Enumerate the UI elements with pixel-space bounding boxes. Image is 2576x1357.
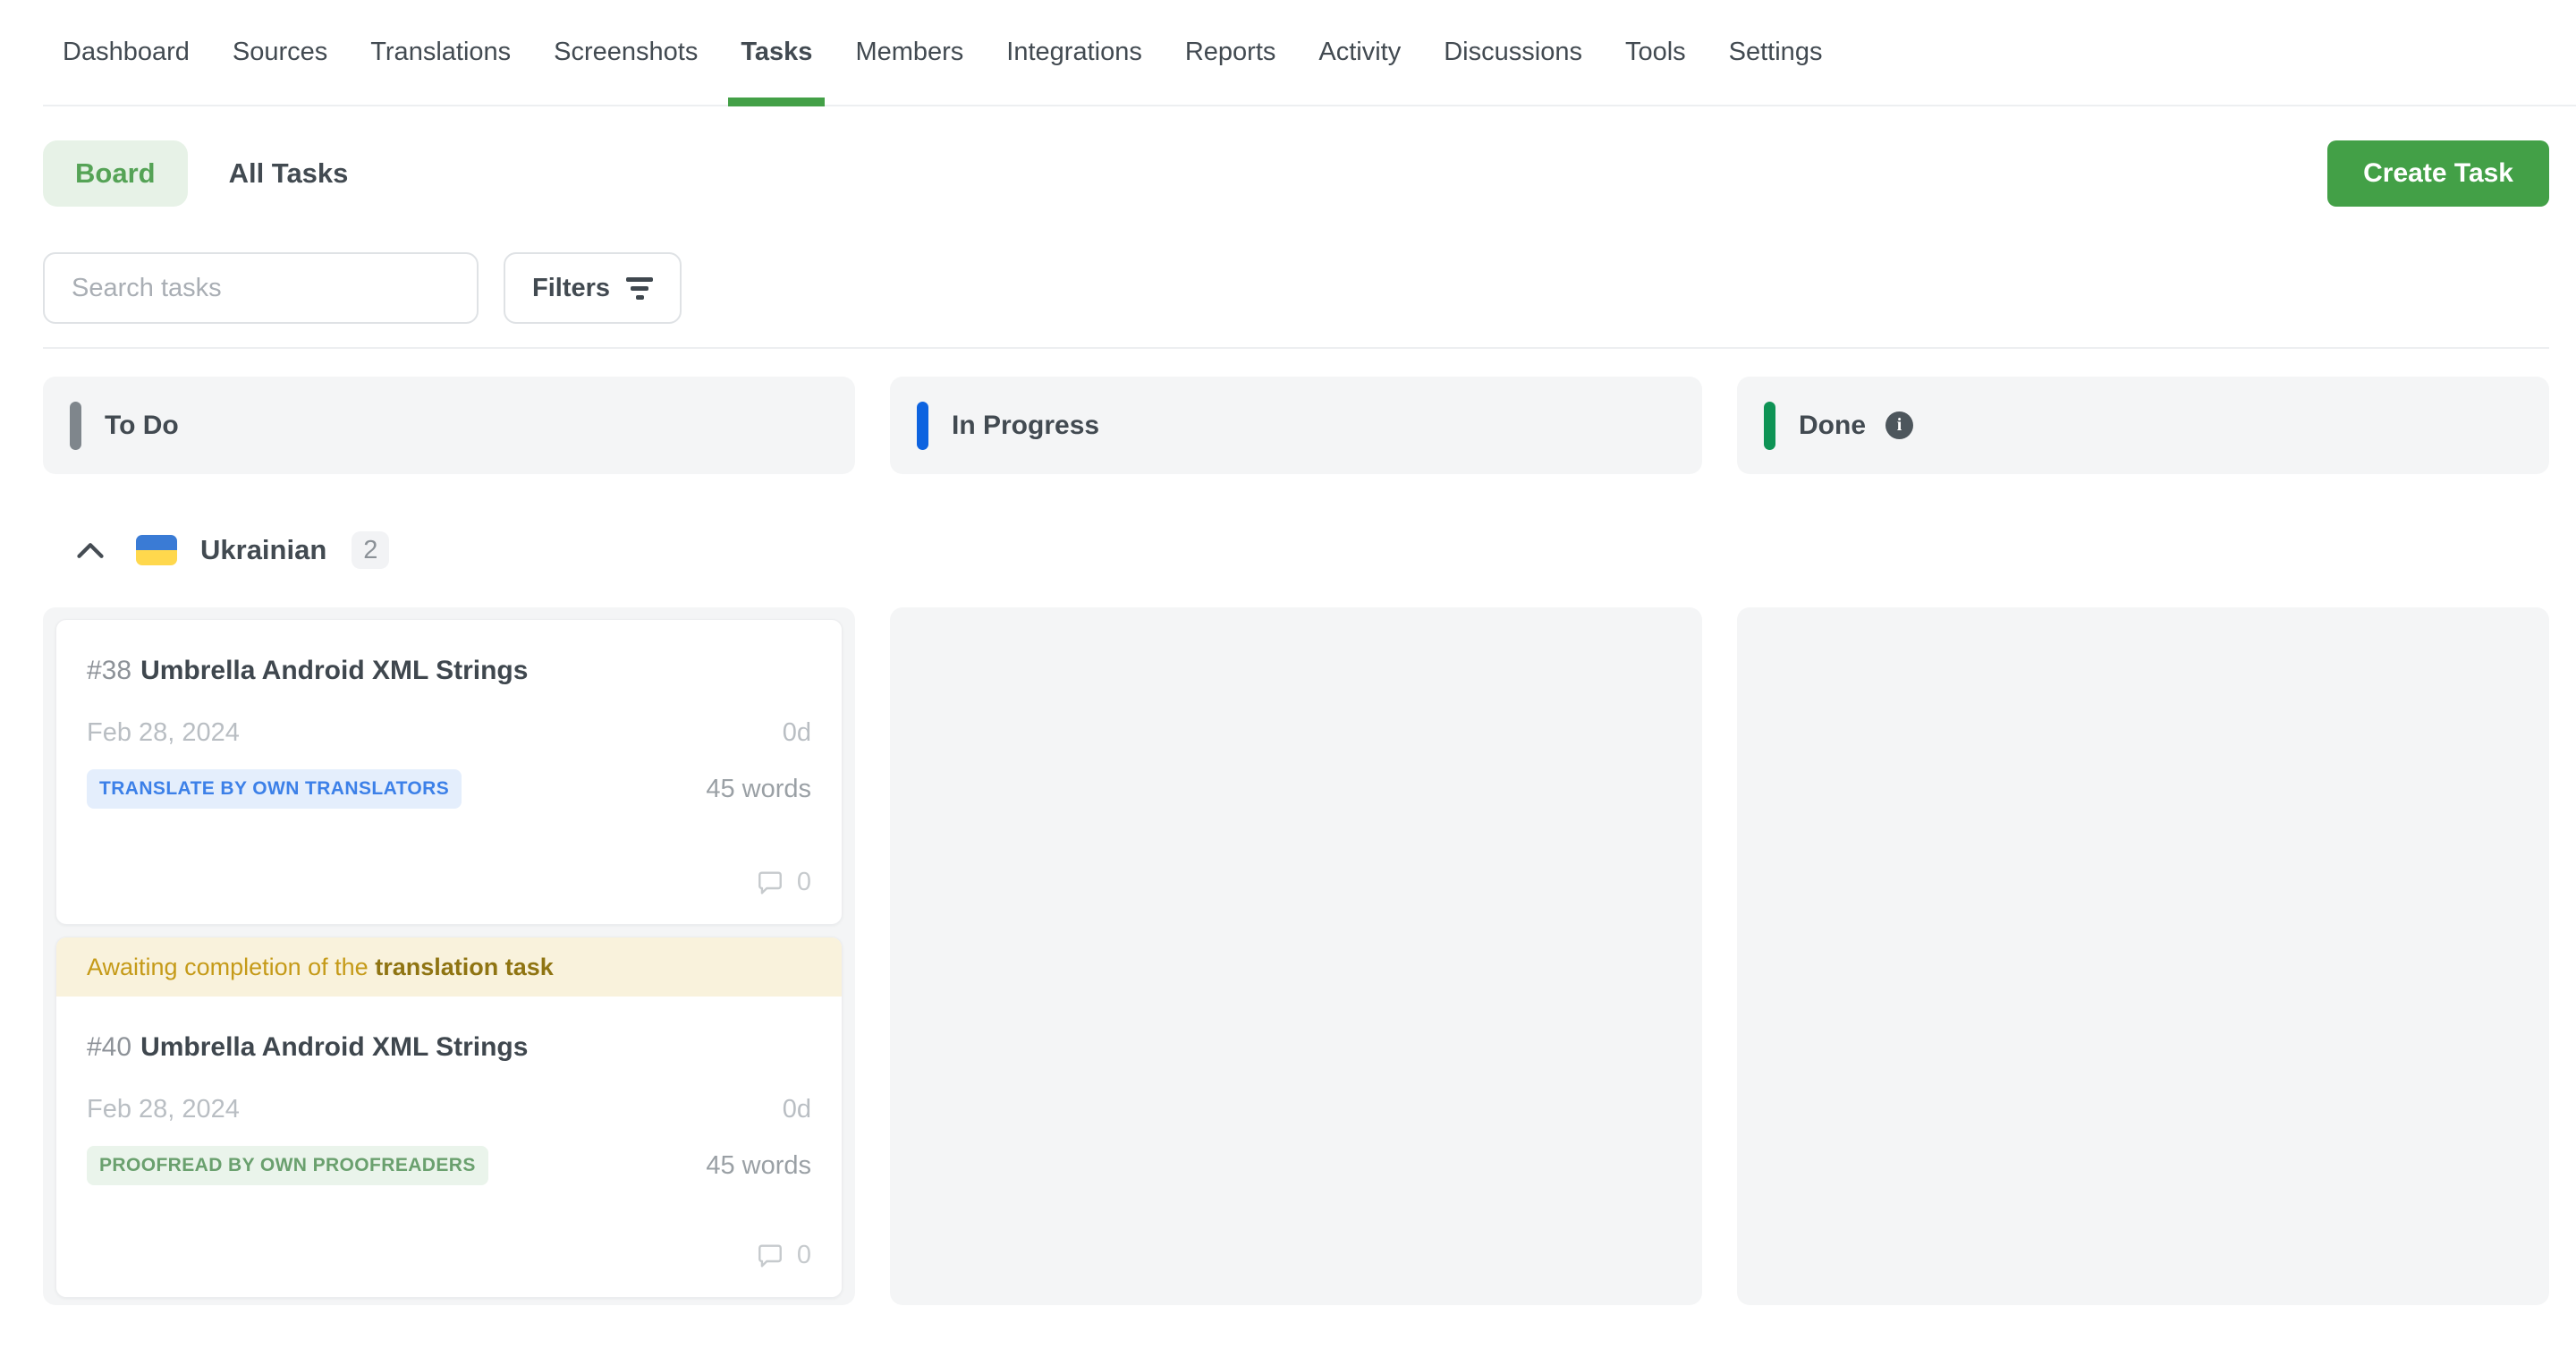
- nav-item-integrations[interactable]: Integrations: [994, 0, 1155, 105]
- board-lanes: #38 Umbrella Android XML Strings Feb 28, …: [43, 607, 2549, 1305]
- banner-linked-task[interactable]: translation task: [375, 954, 554, 981]
- column-header-in-progress: In Progress: [890, 377, 1702, 474]
- workflow-step-badge: PROOFREAD BY OWN PROOFREADERS: [87, 1146, 488, 1185]
- task-footer: 0: [87, 868, 811, 897]
- comment-bubble-icon: [756, 869, 784, 897]
- filter-icon: [626, 277, 653, 300]
- tab-board-view[interactable]: Board: [43, 140, 188, 207]
- task-word-count: 45 words: [706, 1151, 811, 1181]
- nav-item-members[interactable]: Members: [843, 0, 976, 105]
- task-meta-row: Feb 28, 2024 0d: [87, 1095, 811, 1124]
- column-title: Done: [1799, 411, 1866, 441]
- column-title: In Progress: [952, 411, 1099, 441]
- language-group-name: Ukrainian: [200, 534, 326, 566]
- lane-done: [1737, 607, 2549, 1305]
- nav-item-dashboard[interactable]: Dashboard: [50, 0, 202, 105]
- todo-status-bar-icon: [70, 402, 81, 450]
- task-title: Umbrella Android XML Strings: [140, 656, 528, 685]
- nav-item-tasks[interactable]: Tasks: [728, 0, 825, 105]
- lane-in-progress: [890, 607, 1702, 1305]
- top-navigation: Dashboard Sources Translations Screensho…: [43, 0, 2576, 106]
- task-card-40[interactable]: #40 Umbrella Android XML Strings Feb 28, …: [56, 997, 842, 1297]
- in-progress-status-bar-icon: [917, 402, 928, 450]
- comment-count: 0: [797, 868, 811, 897]
- column-title: To Do: [105, 411, 179, 441]
- section-divider: [43, 347, 2549, 349]
- tab-all-tasks-view[interactable]: All Tasks: [229, 157, 349, 190]
- board-column-headers: To Do In Progress Done i: [43, 377, 2549, 474]
- filters-button-label: Filters: [532, 274, 610, 303]
- column-header-todo: To Do: [43, 377, 855, 474]
- task-footer: 0: [87, 1241, 811, 1270]
- workflow-step-badge: TRANSLATE BY OWN TRANSLATORS: [87, 769, 462, 809]
- task-card-38[interactable]: #38 Umbrella Android XML Strings Feb 28, …: [55, 619, 843, 925]
- task-id: #38: [87, 656, 131, 685]
- nav-item-screenshots[interactable]: Screenshots: [541, 0, 710, 105]
- search-tasks-input[interactable]: [43, 252, 479, 324]
- task-date: Feb 28, 2024: [87, 1095, 240, 1124]
- nav-item-tools[interactable]: Tools: [1613, 0, 1699, 105]
- language-task-count-badge: 2: [352, 531, 389, 569]
- filters-button[interactable]: Filters: [504, 252, 682, 324]
- nav-item-translations[interactable]: Translations: [358, 0, 523, 105]
- task-id: #40: [87, 1032, 131, 1062]
- banner-text: Awaiting completion of the: [87, 954, 375, 981]
- comment-bubble-icon: [756, 1242, 784, 1270]
- comment-count: 0: [797, 1241, 811, 1270]
- nav-item-discussions[interactable]: Discussions: [1431, 0, 1595, 105]
- search-row: Filters: [43, 252, 2549, 324]
- language-group-header[interactable]: Ukrainian 2: [77, 523, 2549, 577]
- task-badge-row: TRANSLATE BY OWN TRANSLATORS 45 words: [87, 769, 811, 809]
- task-badge-row: PROOFREAD BY OWN PROOFREADERS 45 words: [87, 1146, 811, 1185]
- task-meta-row: Feb 28, 2024 0d: [87, 718, 811, 748]
- lane-todo: #38 Umbrella Android XML Strings Feb 28, …: [43, 607, 855, 1305]
- nav-item-activity[interactable]: Activity: [1306, 0, 1413, 105]
- task-title-row: #38 Umbrella Android XML Strings: [87, 652, 811, 690]
- chevron-up-icon[interactable]: [77, 542, 104, 559]
- info-icon[interactable]: i: [1885, 411, 1913, 439]
- task-card-40-group[interactable]: Awaiting completion of the translation t…: [55, 937, 843, 1298]
- task-word-count: 45 words: [706, 775, 811, 804]
- done-status-bar-icon: [1764, 402, 1775, 450]
- task-title: Umbrella Android XML Strings: [140, 1032, 528, 1062]
- ukraine-flag-icon: [136, 535, 177, 565]
- tasks-toolbar: Board All Tasks Create Task: [43, 140, 2549, 207]
- task-due: 0d: [783, 718, 811, 748]
- task-due: 0d: [783, 1095, 811, 1124]
- task-title-row: #40 Umbrella Android XML Strings: [87, 1029, 811, 1066]
- awaiting-completion-banner: Awaiting completion of the translation t…: [56, 937, 842, 997]
- nav-item-settings[interactable]: Settings: [1716, 0, 1835, 105]
- column-header-done: Done i: [1737, 377, 2549, 474]
- nav-item-reports[interactable]: Reports: [1173, 0, 1289, 105]
- nav-item-sources[interactable]: Sources: [220, 0, 340, 105]
- create-task-button[interactable]: Create Task: [2327, 140, 2549, 207]
- task-date: Feb 28, 2024: [87, 718, 240, 748]
